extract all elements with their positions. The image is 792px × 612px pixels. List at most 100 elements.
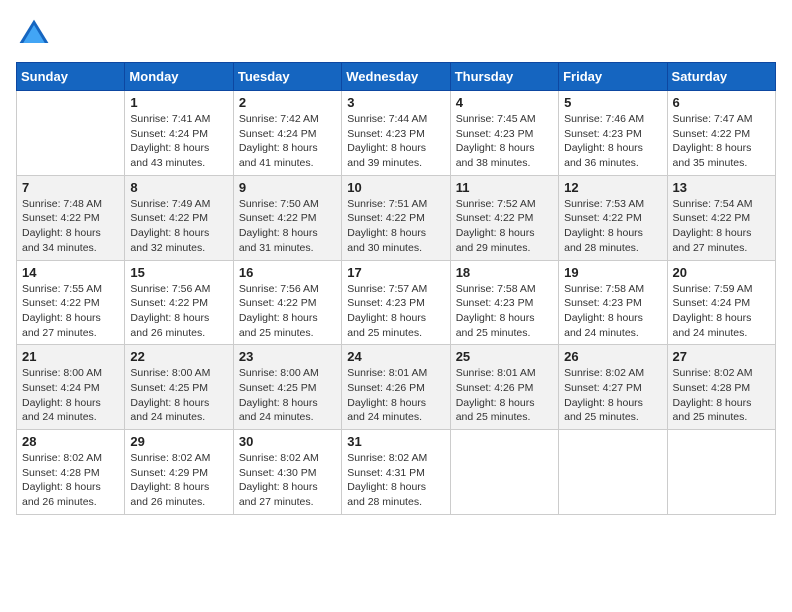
day-number: 21 [22, 349, 119, 364]
day-number: 22 [130, 349, 227, 364]
day-cell: 1Sunrise: 7:41 AMSunset: 4:24 PMDaylight… [125, 91, 233, 176]
day-number: 8 [130, 180, 227, 195]
day-number: 31 [347, 434, 444, 449]
day-info: Sunrise: 7:58 AMSunset: 4:23 PMDaylight:… [564, 282, 661, 341]
day-number: 18 [456, 265, 553, 280]
week-row-2: 7 Sunrise: 7:48 AMSunset: 4:22 PMDaylight… [17, 175, 776, 260]
day-info: Sunrise: 7:48 AMSunset: 4:22 PMDaylight:… [22, 197, 119, 256]
day-info: Sunrise: 7:52 AMSunset: 4:22 PMDaylight:… [456, 197, 553, 256]
day-number: 15 [130, 265, 227, 280]
day-cell: 22 Sunrise: 8:00 AMSunset: 4:25 PMDayligh… [125, 345, 233, 430]
day-info: Sunrise: 8:00 AMSunset: 4:25 PMDaylight:… [239, 366, 336, 425]
day-number: 26 [564, 349, 661, 364]
day-cell: 16 Sunrise: 7:56 AMSunset: 4:22 PMDayligh… [233, 260, 341, 345]
day-number: 28 [22, 434, 119, 449]
logo-icon [16, 16, 52, 52]
day-number: 16 [239, 265, 336, 280]
week-row-4: 21 Sunrise: 8:00 AMSunset: 4:24 PMDayligh… [17, 345, 776, 430]
weekday-header-thursday: Thursday [450, 63, 558, 91]
day-cell: 5 Sunrise: 7:46 AMSunset: 4:23 PMDaylight… [559, 91, 667, 176]
day-number: 10 [347, 180, 444, 195]
weekday-header-saturday: Saturday [667, 63, 775, 91]
day-info: Sunrise: 8:00 AMSunset: 4:25 PMDaylight:… [130, 366, 227, 425]
day-number: 29 [130, 434, 227, 449]
day-info: Sunrise: 7:41 AMSunset: 4:24 PMDaylight:… [130, 112, 227, 171]
day-cell: 30Sunrise: 8:02 AMSunset: 4:30 PMDayligh… [233, 430, 341, 515]
weekday-header-tuesday: Tuesday [233, 63, 341, 91]
day-number: 7 [22, 180, 119, 195]
day-cell: 12 Sunrise: 7:53 AMSunset: 4:22 PMDayligh… [559, 175, 667, 260]
day-cell: 9 Sunrise: 7:50 AMSunset: 4:22 PMDaylight… [233, 175, 341, 260]
day-info: Sunrise: 7:58 AMSunset: 4:23 PMDaylight:… [456, 282, 553, 341]
weekday-header-row: SundayMondayTuesdayWednesdayThursdayFrid… [17, 63, 776, 91]
day-info: Sunrise: 7:51 AMSunset: 4:22 PMDaylight:… [347, 197, 444, 256]
day-cell: 27 Sunrise: 8:02 AMSunset: 4:28 PMDayligh… [667, 345, 775, 430]
day-number: 2 [239, 95, 336, 110]
day-cell: 29 Sunrise: 8:02 AMSunset: 4:29 PMDayligh… [125, 430, 233, 515]
day-cell [17, 91, 125, 176]
day-info: Sunrise: 7:49 AMSunset: 4:22 PMDaylight:… [130, 197, 227, 256]
day-number: 4 [456, 95, 553, 110]
day-cell: 3 Sunrise: 7:44 AMSunset: 4:23 PMDaylight… [342, 91, 450, 176]
day-info: Sunrise: 7:47 AMSunset: 4:22 PMDaylight:… [673, 112, 770, 171]
day-cell: 20 Sunrise: 7:59 AMSunset: 4:24 PMDayligh… [667, 260, 775, 345]
day-cell: 13 Sunrise: 7:54 AMSunset: 4:22 PMDayligh… [667, 175, 775, 260]
day-cell: 18 Sunrise: 7:58 AMSunset: 4:23 PMDayligh… [450, 260, 558, 345]
day-info: Sunrise: 7:44 AMSunset: 4:23 PMDaylight:… [347, 112, 444, 171]
day-info: Sunrise: 8:01 AMSunset: 4:26 PMDaylight:… [347, 366, 444, 425]
day-info: Sunrise: 7:59 AMSunset: 4:24 PMDaylight:… [673, 282, 770, 341]
day-cell: 31Sunrise: 8:02 AMSunset: 4:31 PMDayligh… [342, 430, 450, 515]
day-number: 5 [564, 95, 661, 110]
weekday-header-friday: Friday [559, 63, 667, 91]
day-info: Sunrise: 8:02 AMSunset: 4:28 PMDaylight:… [673, 366, 770, 425]
day-info: Sunrise: 8:00 AMSunset: 4:24 PMDaylight:… [22, 366, 119, 425]
day-number: 12 [564, 180, 661, 195]
logo [16, 16, 56, 52]
day-info: Sunrise: 7:46 AMSunset: 4:23 PMDaylight:… [564, 112, 661, 171]
day-info: Sunrise: 7:56 AMSunset: 4:22 PMDaylight:… [239, 282, 336, 341]
page-header [16, 16, 776, 52]
day-cell: 26Sunrise: 8:02 AMSunset: 4:27 PMDayligh… [559, 345, 667, 430]
day-info: Sunrise: 7:54 AMSunset: 4:22 PMDaylight:… [673, 197, 770, 256]
day-number: 30 [239, 434, 336, 449]
day-info: Sunrise: 8:02 AMSunset: 4:28 PMDaylight:… [22, 451, 119, 510]
day-number: 14 [22, 265, 119, 280]
day-cell: 2Sunrise: 7:42 AMSunset: 4:24 PMDaylight… [233, 91, 341, 176]
day-cell: 14 Sunrise: 7:55 AMSunset: 4:22 PMDayligh… [17, 260, 125, 345]
day-info: Sunrise: 8:01 AMSunset: 4:26 PMDaylight:… [456, 366, 553, 425]
day-number: 9 [239, 180, 336, 195]
day-number: 11 [456, 180, 553, 195]
day-cell [667, 430, 775, 515]
day-info: Sunrise: 7:45 AMSunset: 4:23 PMDaylight:… [456, 112, 553, 171]
day-cell: 17Sunrise: 7:57 AMSunset: 4:23 PMDayligh… [342, 260, 450, 345]
day-number: 17 [347, 265, 444, 280]
day-cell: 15Sunrise: 7:56 AMSunset: 4:22 PMDayligh… [125, 260, 233, 345]
day-info: Sunrise: 7:55 AMSunset: 4:22 PMDaylight:… [22, 282, 119, 341]
week-row-1: 1Sunrise: 7:41 AMSunset: 4:24 PMDaylight… [17, 91, 776, 176]
day-number: 25 [456, 349, 553, 364]
day-cell: 25 Sunrise: 8:01 AMSunset: 4:26 PMDayligh… [450, 345, 558, 430]
day-number: 23 [239, 349, 336, 364]
day-number: 20 [673, 265, 770, 280]
day-number: 19 [564, 265, 661, 280]
week-row-3: 14 Sunrise: 7:55 AMSunset: 4:22 PMDayligh… [17, 260, 776, 345]
day-number: 3 [347, 95, 444, 110]
weekday-header-wednesday: Wednesday [342, 63, 450, 91]
day-number: 6 [673, 95, 770, 110]
day-info: Sunrise: 7:53 AMSunset: 4:22 PMDaylight:… [564, 197, 661, 256]
day-cell: 28 Sunrise: 8:02 AMSunset: 4:28 PMDayligh… [17, 430, 125, 515]
week-row-5: 28 Sunrise: 8:02 AMSunset: 4:28 PMDayligh… [17, 430, 776, 515]
day-cell: 21 Sunrise: 8:00 AMSunset: 4:24 PMDayligh… [17, 345, 125, 430]
day-cell: 6 Sunrise: 7:47 AMSunset: 4:22 PMDaylight… [667, 91, 775, 176]
day-cell: 19 Sunrise: 7:58 AMSunset: 4:23 PMDayligh… [559, 260, 667, 345]
day-cell: 7 Sunrise: 7:48 AMSunset: 4:22 PMDaylight… [17, 175, 125, 260]
day-info: Sunrise: 8:02 AMSunset: 4:29 PMDaylight:… [130, 451, 227, 510]
calendar-table: SundayMondayTuesdayWednesdayThursdayFrid… [16, 62, 776, 515]
day-info: Sunrise: 7:50 AMSunset: 4:22 PMDaylight:… [239, 197, 336, 256]
day-number: 13 [673, 180, 770, 195]
day-number: 27 [673, 349, 770, 364]
day-cell: 8 Sunrise: 7:49 AMSunset: 4:22 PMDaylight… [125, 175, 233, 260]
day-cell [559, 430, 667, 515]
day-cell: 4 Sunrise: 7:45 AMSunset: 4:23 PMDaylight… [450, 91, 558, 176]
weekday-header-monday: Monday [125, 63, 233, 91]
